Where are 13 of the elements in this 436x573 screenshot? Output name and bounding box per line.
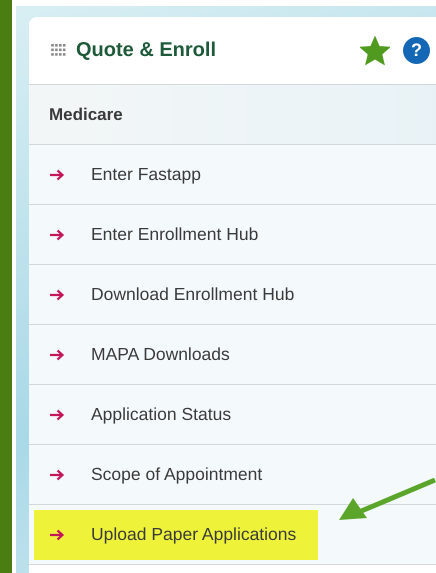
section-header: Medicare bbox=[29, 85, 436, 145]
panel-title: Quote & Enroll bbox=[76, 39, 217, 62]
arrow-icon bbox=[49, 168, 65, 180]
star-icon[interactable] bbox=[360, 36, 390, 66]
arrow-icon bbox=[49, 228, 65, 240]
arrow-icon bbox=[49, 288, 65, 300]
arrow-icon bbox=[49, 408, 65, 420]
menu-item[interactable]: Upload Paper Applications bbox=[34, 510, 318, 560]
arrow-icon bbox=[49, 348, 65, 360]
arrow-icon bbox=[49, 528, 65, 540]
arrow-icon bbox=[49, 468, 65, 480]
help-icon[interactable]: ? bbox=[403, 37, 430, 64]
grid-icon[interactable] bbox=[51, 44, 67, 57]
